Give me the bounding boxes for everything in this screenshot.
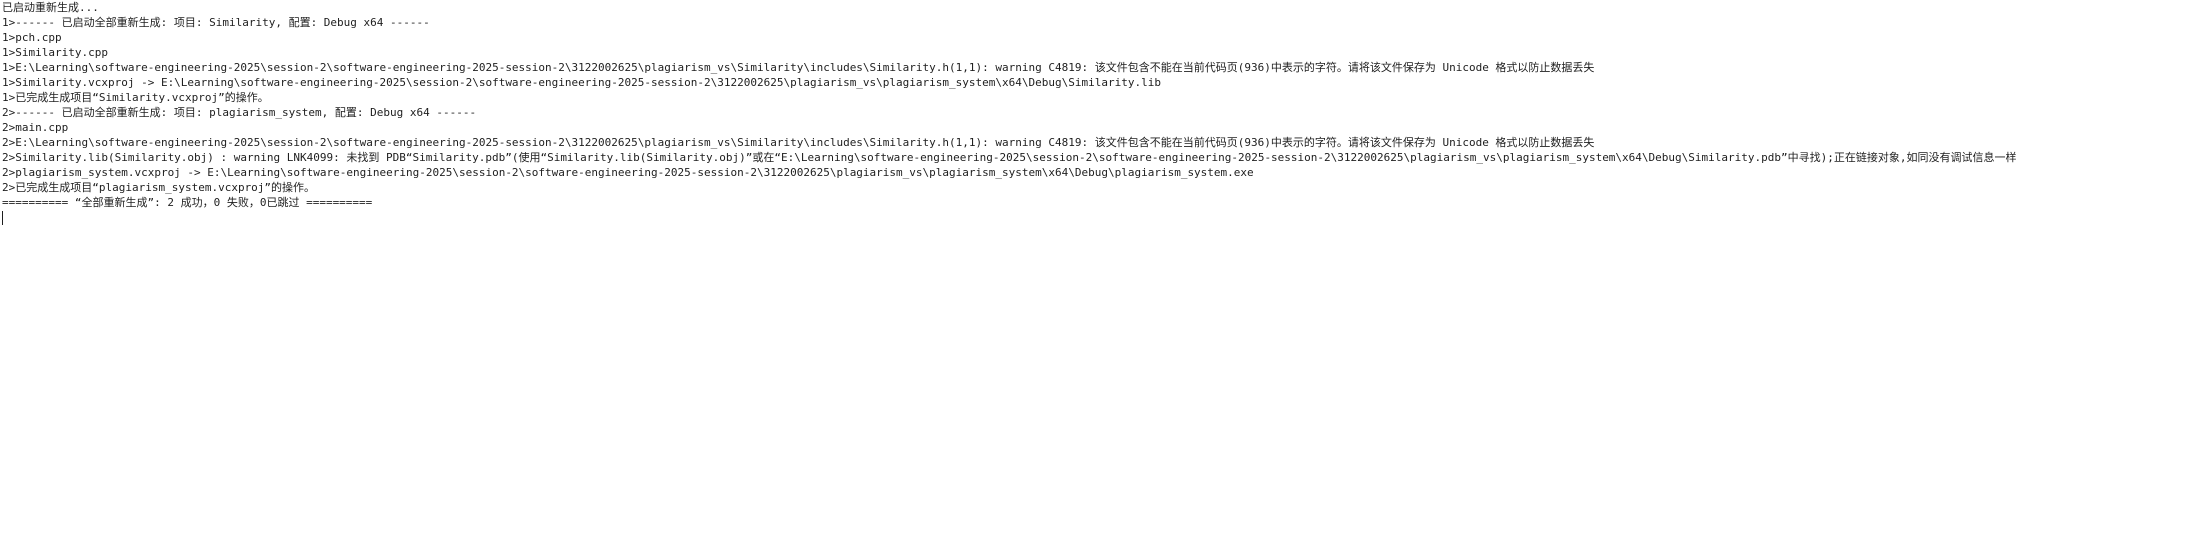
output-line-rebuild-started: 已启动重新生成...	[2, 1, 99, 14]
output-line-plagiarism-exe: 2>plagiarism_system.vcxproj -> E:\Learni…	[2, 166, 1254, 179]
output-line-warning-c4819-1: 1>E:\Learning\software-engineering-2025\…	[2, 61, 1595, 74]
output-line-pch-cpp: 1>pch.cpp	[2, 31, 62, 44]
output-line-similarity-cpp: 1>Similarity.cpp	[2, 46, 108, 59]
build-output-pane[interactable]: 已启动重新生成... 1>------ 已启动全部重新生成: 项目: Simil…	[0, 0, 2188, 536]
output-line-project2-header: 2>------ 已启动全部重新生成: 项目: plagiarism_syste…	[2, 106, 477, 119]
output-line-warning-lnk4099: 2>Similarity.lib(Similarity.obj) : warni…	[2, 151, 2017, 164]
output-line-project2-done: 2>已完成生成项目“plagiarism_system.vcxproj”的操作。	[2, 181, 316, 194]
output-line-project1-done: 1>已完成生成项目“Similarity.vcxproj”的操作。	[2, 91, 269, 104]
output-line-project1-header: 1>------ 已启动全部重新生成: 项目: Similarity, 配置: …	[2, 16, 430, 29]
text-caret	[2, 211, 3, 225]
build-output-text: 已启动重新生成... 1>------ 已启动全部重新生成: 项目: Simil…	[2, 0, 2188, 210]
output-line-summary: ========== “全部重新生成”: 2 成功，0 失败，0已跳过 ====…	[2, 196, 373, 209]
output-line-similarity-lib: 1>Similarity.vcxproj -> E:\Learning\soft…	[2, 76, 1161, 89]
output-line-main-cpp: 2>main.cpp	[2, 121, 69, 134]
output-line-warning-c4819-2: 2>E:\Learning\software-engineering-2025\…	[2, 136, 1595, 149]
